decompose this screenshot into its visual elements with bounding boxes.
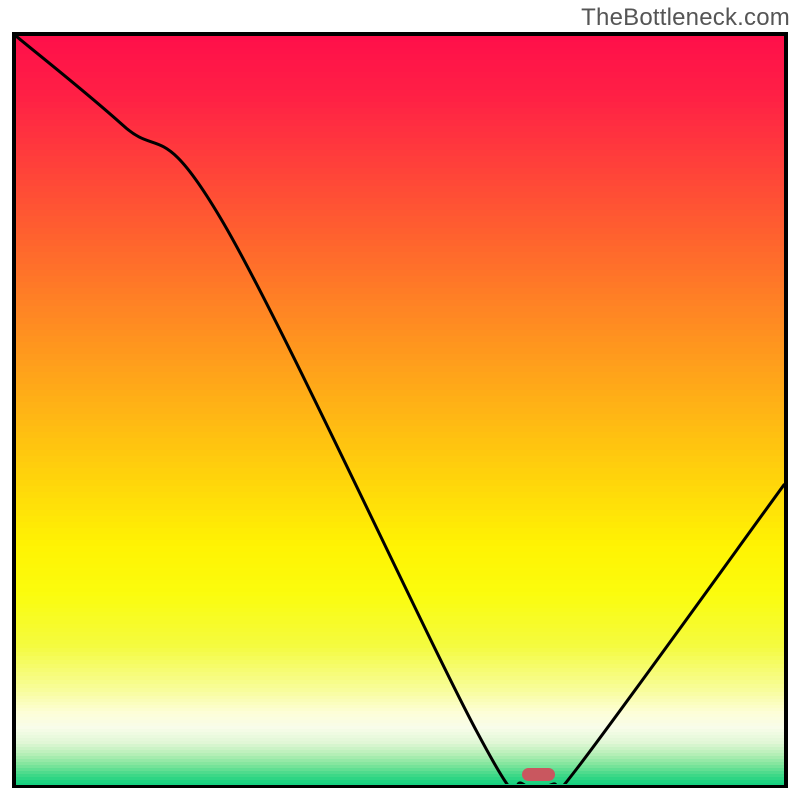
plot-area [12, 32, 788, 788]
chart-container: TheBottleneck.com [0, 0, 800, 800]
gradient-band [16, 783, 784, 785]
watermark: TheBottleneck.com [581, 4, 790, 32]
optimum-marker [522, 768, 555, 781]
